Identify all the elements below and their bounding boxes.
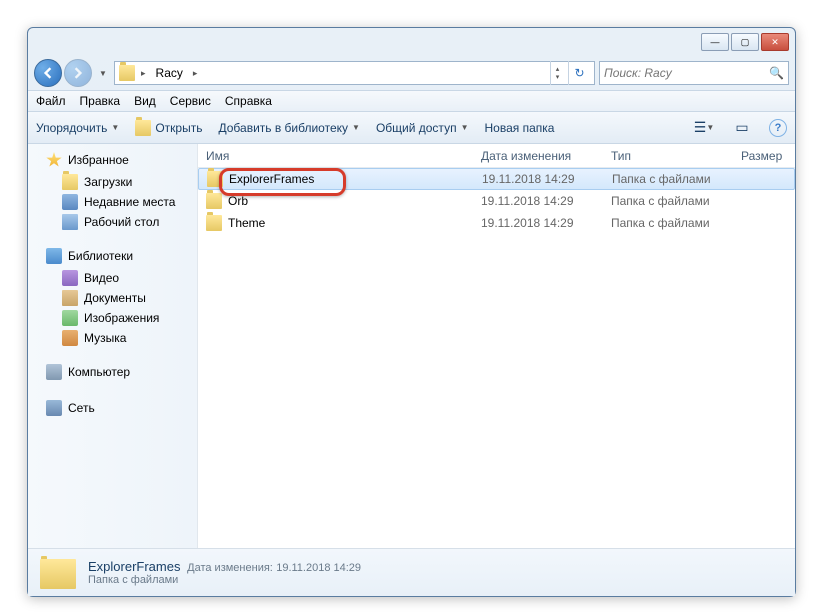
status-file-type: Папка с файлами [88,574,361,586]
organize-button[interactable]: Упорядочить ▼ [36,121,119,135]
file-date: 19.11.2018 14:29 [473,194,603,208]
file-rows: ExplorerFrames19.11.2018 14:29Папка с фа… [198,168,795,548]
address-prev[interactable]: ▴ [551,65,564,73]
refresh-button[interactable]: ↻ [568,61,590,85]
status-file-name: ExplorerFrames [88,559,180,574]
network-icon [46,400,62,416]
address-next[interactable]: ▾ [551,73,564,81]
computer-icon [46,364,62,380]
file-type: Папка с файлами [603,194,733,208]
sidebar-item-desktop[interactable]: Рабочий стол [28,212,197,232]
sidebar-favorites[interactable]: Избранное [28,150,197,172]
file-name: Orb [228,194,248,208]
file-date: 19.11.2018 14:29 [474,172,604,186]
minimize-button[interactable]: — [701,33,729,51]
library-icon [46,248,62,264]
new-folder-button[interactable]: Новая папка [484,121,554,135]
navigation-pane: Избранное Загрузки Недавние места Рабочи… [28,144,198,548]
search-input[interactable] [604,66,765,80]
maximize-button[interactable]: ▢ [731,33,759,51]
menu-bar: Файл Правка Вид Сервис Справка [28,90,795,112]
breadcrumb-arrow[interactable]: ▸ [191,68,200,79]
sidebar-item-recent[interactable]: Недавние места [28,192,197,212]
explorer-window: — ▢ ✕ ▼ ▸ Racy ▸ ▴▾ ↻ 🔍 Файл Пра [27,27,796,597]
menu-file[interactable]: Файл [36,94,66,108]
desktop-icon [62,214,78,230]
file-row[interactable]: Orb 19.11.2018 14:29Папка с файлами [198,190,795,212]
file-type: Папка с файлами [603,216,733,230]
share-button[interactable]: Общий доступ ▼ [376,121,469,135]
menu-tools[interactable]: Сервис [170,94,211,108]
folder-icon [135,120,151,136]
status-bar: ExplorerFrames Дата изменения: 19.11.201… [28,548,795,596]
sidebar-item-downloads[interactable]: Загрузки [28,172,197,192]
toolbar: Упорядочить ▼ Открыть Добавить в библиот… [28,112,795,144]
breadcrumb-root-arrow[interactable]: ▸ [139,68,148,79]
back-button[interactable] [34,59,62,87]
sidebar-network[interactable]: Сеть [28,398,197,420]
menu-help[interactable]: Справка [225,94,272,108]
menu-view[interactable]: Вид [134,94,156,108]
menu-edit[interactable]: Правка [80,94,121,108]
image-icon [62,310,78,326]
recent-icon [62,194,78,210]
titlebar: — ▢ ✕ [28,28,795,56]
folder-icon [206,193,222,209]
file-date: 19.11.2018 14:29 [473,216,603,230]
file-type: Папка с файлами [604,172,734,186]
folder-icon [62,174,78,190]
video-icon [62,270,78,286]
music-icon [62,330,78,346]
navigation-bar: ▼ ▸ Racy ▸ ▴▾ ↻ 🔍 [28,56,795,90]
close-button[interactable]: ✕ [761,33,789,51]
preview-pane-button[interactable]: ▭ [731,117,753,139]
add-to-library-button[interactable]: Добавить в библиотеку ▼ [218,121,359,135]
column-name[interactable]: Имя [198,149,473,163]
breadcrumb-item[interactable]: Racy [152,66,187,80]
column-headers: Имя Дата изменения Тип Размер [198,144,795,168]
help-button[interactable]: ? [769,119,787,137]
folder-icon [119,65,135,81]
sidebar-item-pictures[interactable]: Изображения [28,308,197,328]
folder-icon [206,215,222,231]
column-size[interactable]: Размер [733,149,795,163]
forward-button[interactable] [64,59,92,87]
search-icon[interactable]: 🔍 [769,66,784,80]
nav-history-dropdown[interactable]: ▼ [96,61,110,85]
star-icon [46,152,62,168]
sidebar-computer[interactable]: Компьютер [28,362,197,384]
status-folder-icon [40,555,76,591]
sidebar-item-videos[interactable]: Видео [28,268,197,288]
status-date-label: Дата изменения: [187,562,273,574]
search-box[interactable]: 🔍 [599,61,789,85]
folder-icon [207,171,223,187]
file-list-area: Имя Дата изменения Тип Размер ExplorerFr… [198,144,795,548]
sidebar-libraries[interactable]: Библиотеки [28,246,197,268]
file-row[interactable]: ExplorerFrames 19.11.2018 14:29Папка с фа… [198,168,795,190]
sidebar-item-documents[interactable]: Документы [28,288,197,308]
status-date-value: 19.11.2018 14:29 [276,562,361,574]
column-date[interactable]: Дата изменения [473,149,603,163]
open-button[interactable]: Открыть [135,120,202,136]
column-type[interactable]: Тип [603,149,733,163]
file-row[interactable]: Theme 19.11.2018 14:29Папка с файлами [198,212,795,234]
file-name: ExplorerFrames [229,172,314,186]
sidebar-item-music[interactable]: Музыка [28,328,197,348]
address-bar[interactable]: ▸ Racy ▸ ▴▾ ↻ [114,61,595,85]
view-options-button[interactable]: ☰ ▼ [693,117,715,139]
file-name: Theme [228,216,265,230]
document-icon [62,290,78,306]
